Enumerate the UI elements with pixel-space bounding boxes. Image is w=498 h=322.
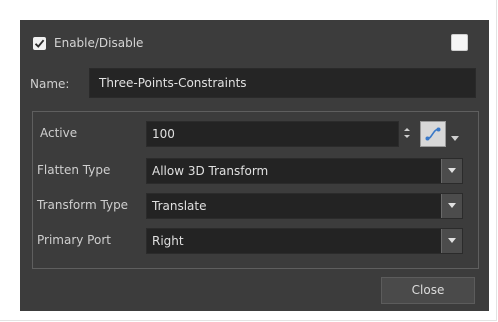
function-menu-caret[interactable] <box>451 131 459 145</box>
transform-type-value: Translate <box>152 199 207 213</box>
flatten-type-dropdown-button[interactable] <box>441 159 462 183</box>
enable-checkbox[interactable] <box>33 37 46 50</box>
flatten-type-select[interactable]: Allow 3D Transform <box>146 158 463 184</box>
chevron-down-icon <box>448 168 456 173</box>
active-input[interactable]: 100 <box>146 121 399 147</box>
active-label: Active <box>40 126 78 140</box>
spinner-arrows-icon <box>404 128 410 138</box>
primary-port-label: Primary Port <box>37 233 111 247</box>
chevron-down-icon <box>448 238 456 243</box>
function-curve-icon <box>425 127 441 141</box>
flatten-type-label: Flatten Type <box>37 163 111 177</box>
transform-type-label: Transform Type <box>37 198 129 212</box>
enable-label: Enable/Disable <box>54 36 144 50</box>
primary-port-value: Right <box>152 234 184 248</box>
constraint-dialog: Enable/Disable Name: Three-Points-Constr… <box>20 20 489 311</box>
primary-port-select[interactable]: Right <box>146 228 463 254</box>
close-button[interactable]: Close <box>381 277 475 304</box>
chevron-down-icon <box>451 136 459 141</box>
name-label: Name: <box>30 77 70 91</box>
active-spinner[interactable] <box>403 126 411 140</box>
flatten-type-value: Allow 3D Transform <box>152 164 269 178</box>
primary-port-dropdown-button[interactable] <box>441 229 462 253</box>
checkmark-icon <box>34 39 45 48</box>
color-swatch[interactable] <box>451 34 468 51</box>
name-input[interactable]: Three-Points-Constraints <box>89 68 476 98</box>
transform-type-select[interactable]: Translate <box>146 193 463 219</box>
chevron-down-icon <box>448 203 456 208</box>
function-curve-button[interactable] <box>420 121 446 147</box>
transform-type-dropdown-button[interactable] <box>441 194 462 218</box>
